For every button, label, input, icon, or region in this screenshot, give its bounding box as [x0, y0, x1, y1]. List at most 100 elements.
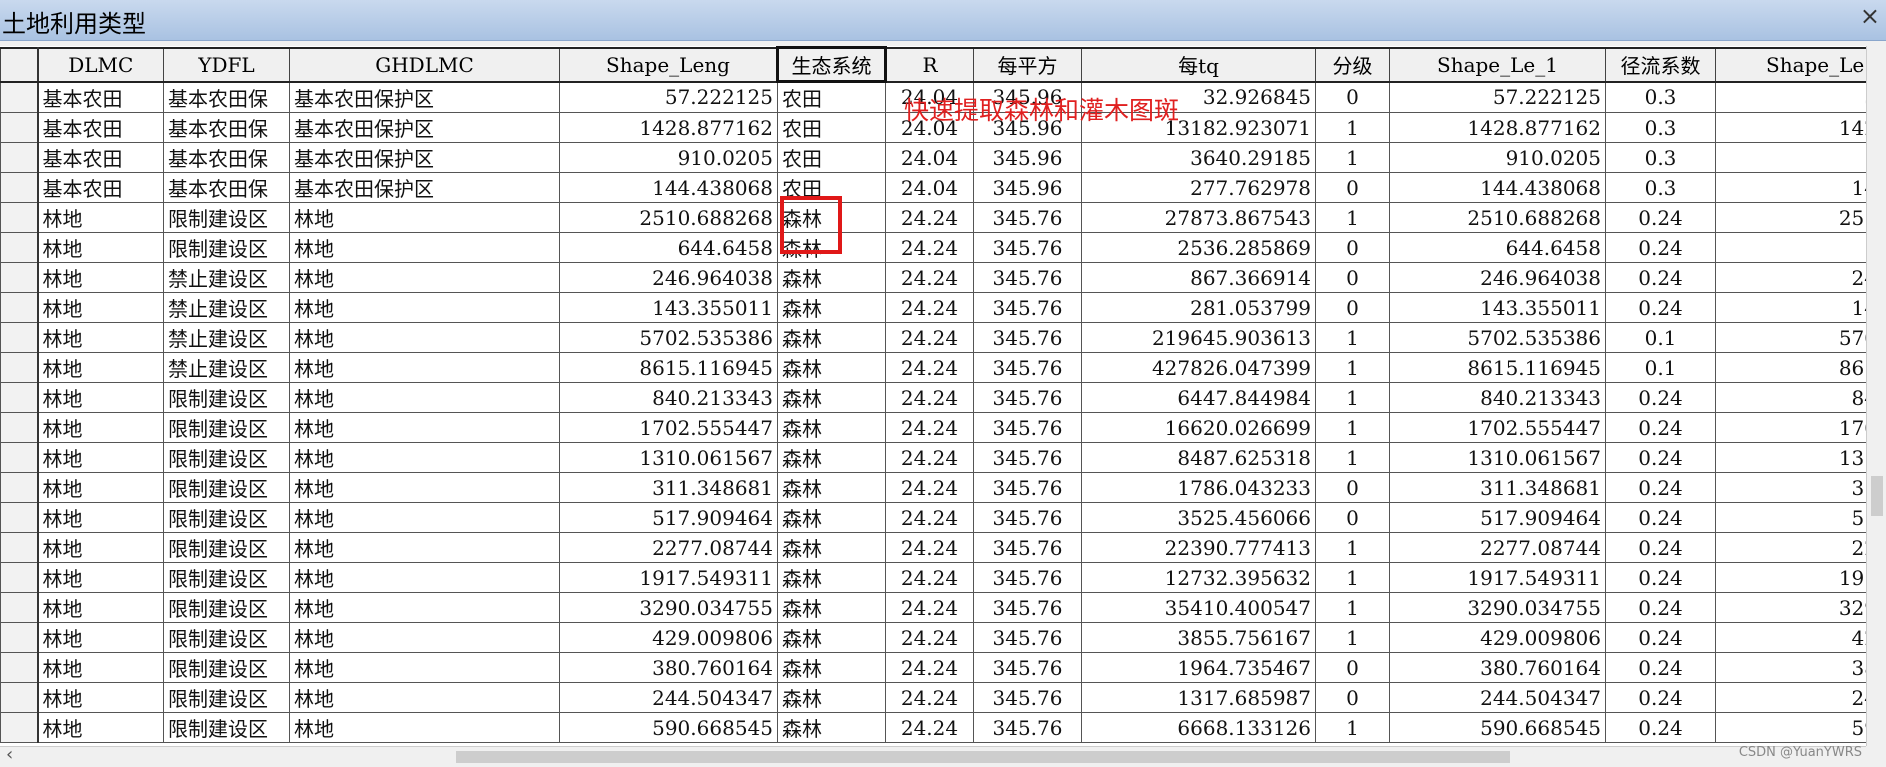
table-cell[interactable]: 森林 [777, 472, 886, 503]
table-row[interactable]: 林地 限制建设区 林地 517.909464 森林 24.24 345.76 3525.456… [0, 502, 1882, 533]
table-cell[interactable]: 森林 [777, 712, 886, 743]
table-cell[interactable]: 8615.116945 [559, 352, 778, 383]
table-cell[interactable]: 0.3 [1605, 112, 1716, 143]
vertical-scrollbar[interactable] [1866, 46, 1886, 746]
table-cell[interactable]: 6447.844984 [1081, 382, 1316, 413]
table-cell[interactable]: 林地 [289, 262, 560, 293]
table-cell[interactable]: 1 [1315, 592, 1390, 623]
table-cell[interactable]: 244.504347 [559, 682, 778, 713]
table-cell[interactable]: 基本农田保护区 [289, 142, 560, 173]
table-cell[interactable]: 1 [1315, 202, 1390, 233]
table-cell[interactable]: 林地 [37, 412, 164, 443]
table-cell[interactable]: 24 [1715, 262, 1882, 293]
table-cell[interactable]: 345.96 [973, 142, 1082, 173]
table-cell[interactable]: 311.348681 [559, 472, 778, 503]
table-cell[interactable] [1715, 232, 1882, 263]
row-selector[interactable] [0, 472, 39, 503]
table-cell[interactable]: 24.24 [885, 352, 974, 383]
table-cell[interactable]: 345.76 [973, 712, 1082, 743]
table-cell[interactable]: 0 [1315, 472, 1390, 503]
table-cell[interactable]: 森林 [777, 352, 886, 383]
table-cell[interactable]: 0.3 [1605, 142, 1716, 173]
table-cell[interactable]: 31 [1715, 472, 1882, 503]
table-cell[interactable]: 林地 [37, 322, 164, 353]
table-cell[interactable]: 0.24 [1605, 502, 1716, 533]
table-cell[interactable]: 林地 [289, 292, 560, 323]
table-cell[interactable]: 森林 [777, 442, 886, 473]
row-selector[interactable] [0, 712, 39, 743]
table-cell[interactable]: 0.24 [1605, 622, 1716, 653]
column-header-per-sqm[interactable]: 每平方 [973, 46, 1082, 83]
table-row[interactable]: 林地 禁止建设区 林地 246.964038 森林 24.24 345.76 867.3669… [0, 262, 1882, 293]
table-cell[interactable]: 0.24 [1605, 232, 1716, 263]
table-cell[interactable]: 3855.756167 [1081, 622, 1316, 653]
table-cell[interactable]: 24.24 [885, 472, 974, 503]
table-cell[interactable]: 0 [1315, 81, 1390, 113]
table-cell[interactable]: 427826.047399 [1081, 352, 1316, 383]
table-row[interactable]: 基本农田 基本农田保 基本农田保护区 910.0205 农田 24.04 345.96 364… [0, 142, 1882, 173]
table-cell[interactable]: 林地 [37, 442, 164, 473]
table-cell[interactable]: 1 [1315, 712, 1390, 743]
table-cell[interactable]: 林地 [37, 502, 164, 533]
table-cell[interactable]: 246.964038 [1389, 262, 1606, 293]
row-selector[interactable] [0, 262, 39, 293]
table-cell[interactable]: 0 [1315, 262, 1390, 293]
table-cell[interactable]: 禁止建设区 [163, 262, 290, 293]
table-cell[interactable]: 林地 [37, 292, 164, 323]
table-cell[interactable]: 345.76 [973, 382, 1082, 413]
table-cell[interactable]: 840.213343 [559, 382, 778, 413]
row-selector[interactable] [0, 682, 39, 713]
table-cell[interactable]: 0 [1315, 652, 1390, 683]
table-cell[interactable]: 限制建设区 [163, 712, 290, 743]
table-cell[interactable]: 3290.034755 [559, 592, 778, 623]
table-cell[interactable]: 基本农田 [37, 172, 164, 203]
table-cell[interactable]: 林地 [37, 262, 164, 293]
table-cell[interactable]: 禁止建设区 [163, 292, 290, 323]
table-row[interactable]: 林地 限制建设区 林地 244.504347 森林 24.24 345.76 1317.685… [0, 682, 1882, 713]
table-cell[interactable]: 限制建设区 [163, 382, 290, 413]
table-cell[interactable]: 251 [1715, 202, 1882, 233]
table-cell[interactable]: 基本农田保护区 [289, 172, 560, 203]
table-cell[interactable]: 农田 [777, 142, 886, 173]
table-cell[interactable]: 林地 [289, 502, 560, 533]
table-cell[interactable]: 林地 [37, 562, 164, 593]
table-row[interactable]: 林地 限制建设区 林地 1917.549311 森林 24.24 345.76 12732.3… [0, 562, 1882, 593]
table-cell[interactable]: 27873.867543 [1081, 202, 1316, 233]
table-cell[interactable]: 311.348681 [1389, 472, 1606, 503]
table-cell[interactable]: 森林 [777, 592, 886, 623]
table-cell[interactable]: 2277.08744 [559, 532, 778, 563]
row-selector[interactable] [0, 622, 39, 653]
table-cell[interactable]: 345.76 [973, 562, 1082, 593]
table-cell[interactable]: 345.76 [973, 232, 1082, 263]
table-cell[interactable]: 24.04 [885, 172, 974, 203]
table-row[interactable]: 林地 禁止建设区 林地 8615.116945 森林 24.24 345.76 427826.… [0, 352, 1882, 383]
row-selector[interactable] [0, 352, 39, 383]
table-cell[interactable]: 57.222125 [1389, 81, 1606, 113]
table-cell[interactable]: 2510.688268 [1389, 202, 1606, 233]
table-cell[interactable]: 1 [1315, 322, 1390, 353]
table-cell[interactable]: 0 [1315, 172, 1390, 203]
row-selector[interactable] [0, 81, 39, 113]
table-cell[interactable]: 14 [1715, 172, 1882, 203]
table-cell[interactable]: 1310.061567 [1389, 442, 1606, 473]
table-cell[interactable]: 24.24 [885, 682, 974, 713]
table-cell[interactable]: 限制建设区 [163, 442, 290, 473]
table-cell[interactable]: 24 [1715, 682, 1882, 713]
column-header-shape-le-1[interactable]: Shape_Le_1 [1389, 46, 1606, 83]
table-cell[interactable]: 0.24 [1605, 532, 1716, 563]
table-cell[interactable]: 345.76 [973, 322, 1082, 353]
column-header-ecosystem[interactable]: 生态系统 [776, 46, 887, 83]
table-cell[interactable]: 59 [1715, 712, 1882, 743]
table-cell[interactable]: 219645.903613 [1081, 322, 1316, 353]
table-cell[interactable]: 林地 [289, 352, 560, 383]
table-cell[interactable]: 24.24 [885, 532, 974, 563]
table-cell[interactable]: 590.668545 [559, 712, 778, 743]
table-cell[interactable]: 1 [1315, 112, 1390, 143]
table-cell[interactable]: 345.76 [973, 682, 1082, 713]
row-selector[interactable] [0, 652, 39, 683]
table-cell[interactable]: 限制建设区 [163, 532, 290, 563]
table-cell[interactable]: 限制建设区 [163, 622, 290, 653]
table-cell[interactable]: 329 [1715, 592, 1882, 623]
table-cell[interactable]: 林地 [37, 232, 164, 263]
table-cell[interactable]: 1702.555447 [1389, 412, 1606, 443]
